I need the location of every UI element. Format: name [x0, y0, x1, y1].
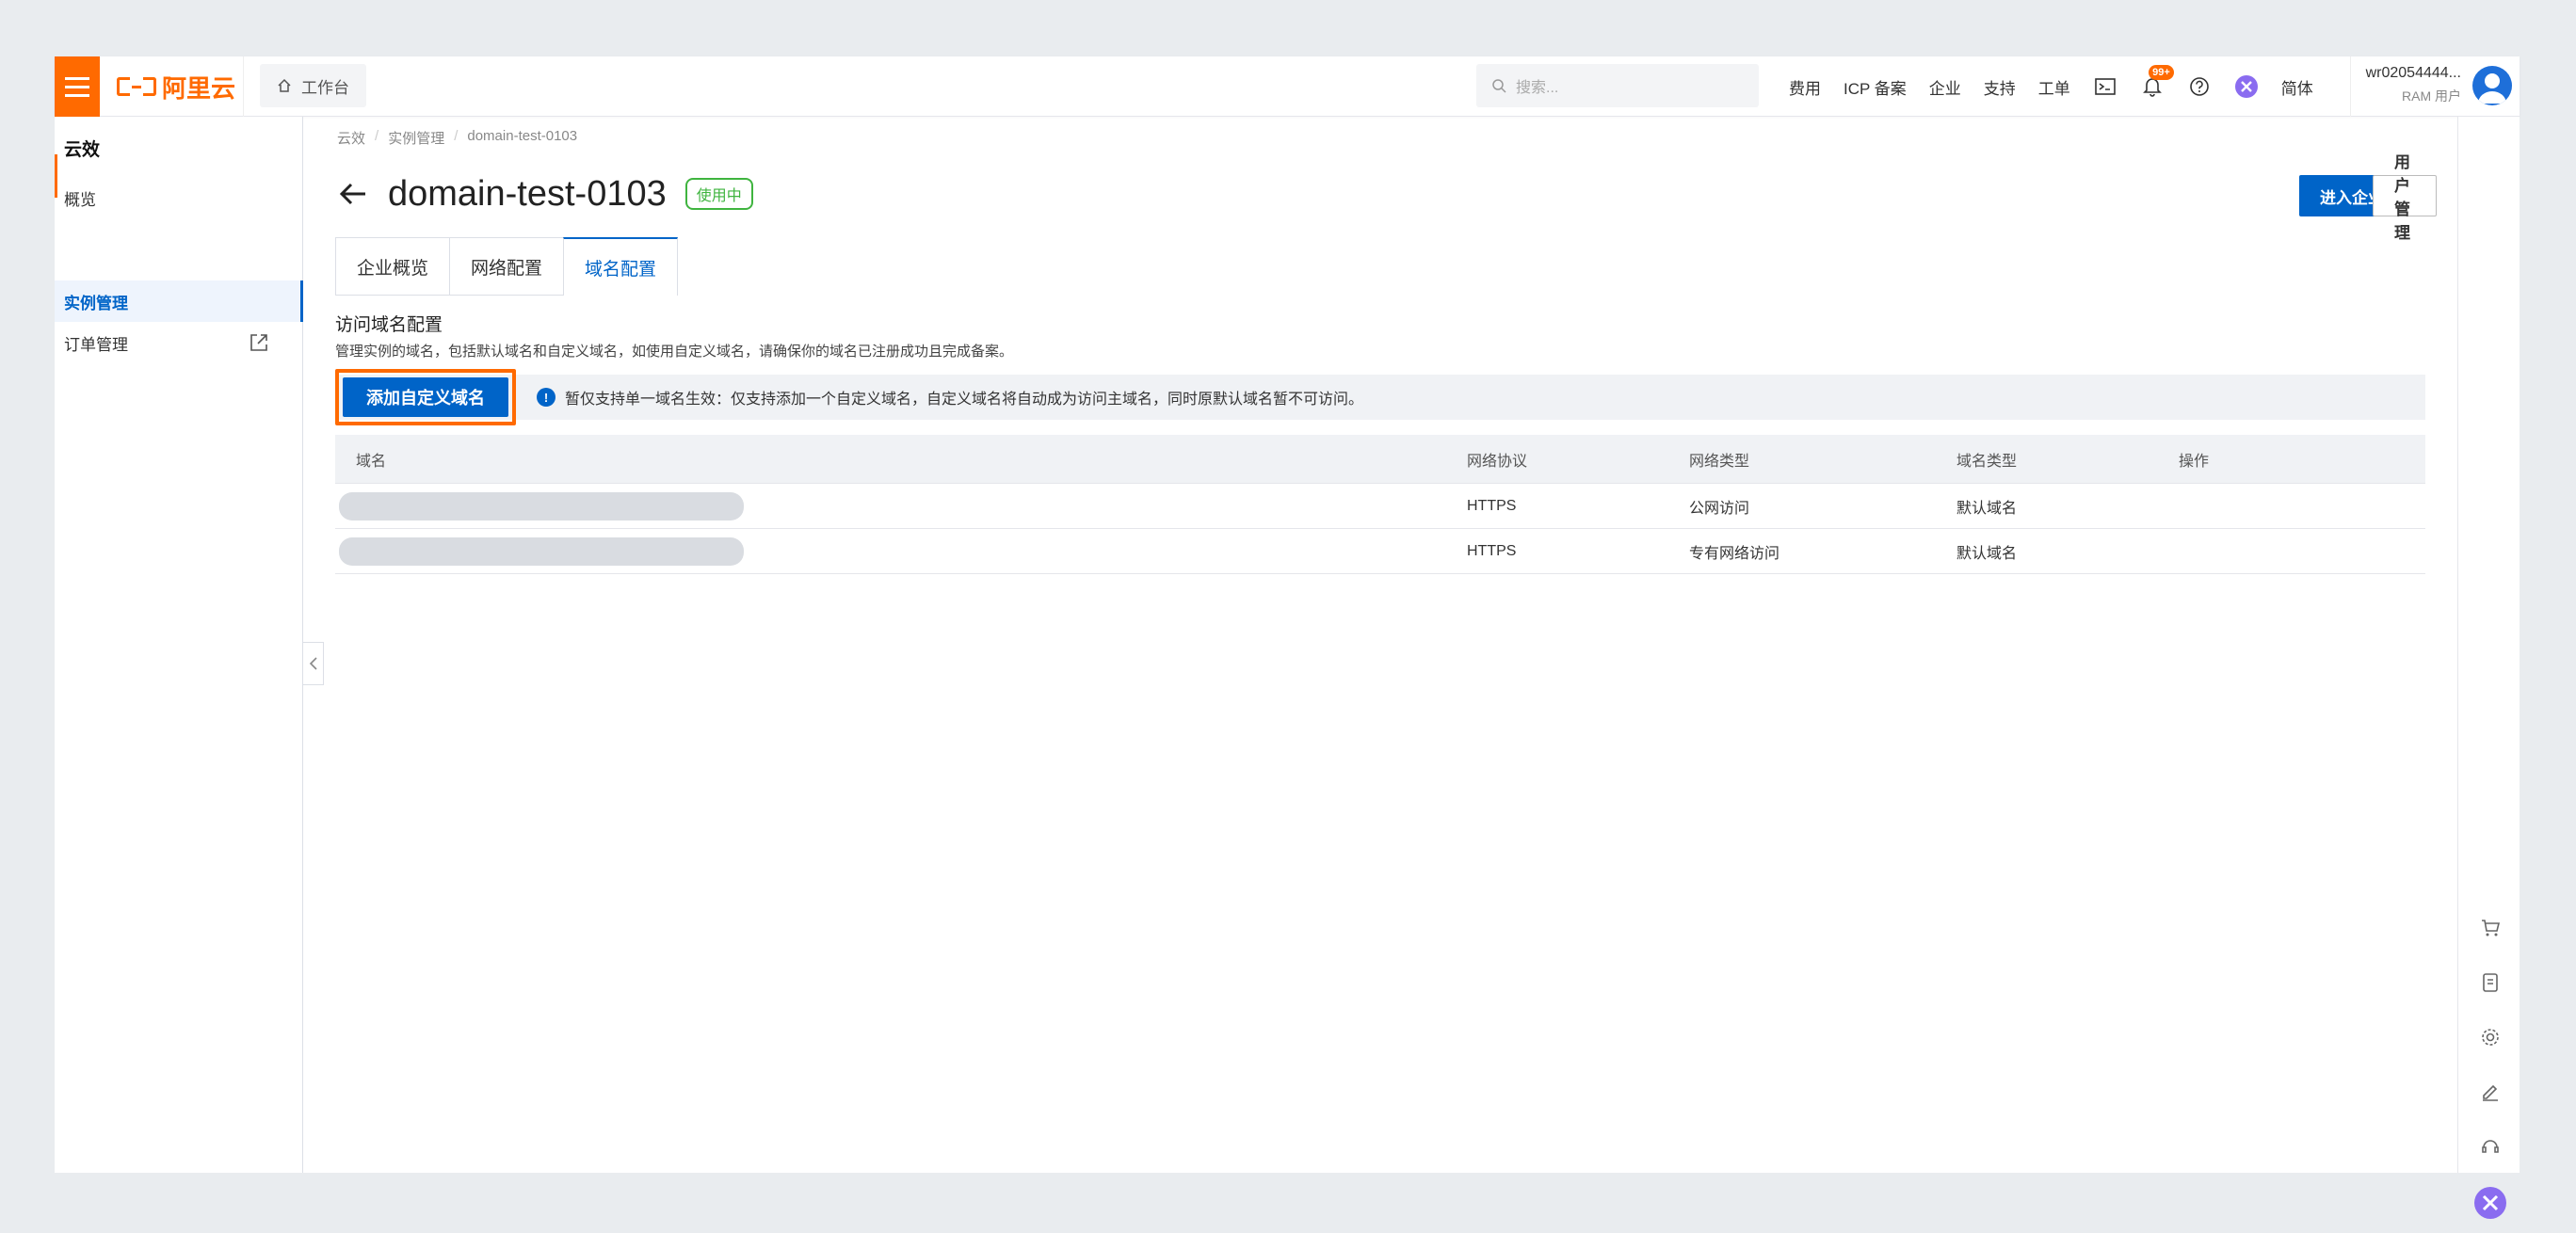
breadcrumb: 云效 / 实例管理 / domain-test-0103: [337, 128, 577, 148]
top-navigation-bar: 阿里云 工作台 搜索... 费用 ICP 备案 企业 支持 工单 99+ 简体 …: [55, 56, 2520, 117]
tab-domain-config[interactable]: 域名配置: [563, 237, 679, 296]
tab-network-config[interactable]: 网络配置: [449, 237, 564, 296]
breadcrumb-item: domain-test-0103: [467, 128, 578, 144]
external-link-icon: [250, 334, 267, 351]
workbench-label: 工作台: [301, 78, 349, 97]
nav-icp[interactable]: ICP 备案: [1843, 75, 1907, 99]
sidebar-item-label: 实例管理: [64, 294, 128, 312]
redacted-domain-bar: [339, 536, 744, 566]
section-title: 访问域名配置: [335, 315, 443, 335]
domain-cell-redacted: [335, 536, 1467, 566]
nav-enterprise[interactable]: 企业: [1929, 75, 1961, 99]
breadcrumb-separator: /: [375, 128, 379, 144]
column-header-domain: 域名: [356, 453, 387, 470]
tab-enterprise-overview[interactable]: 企业概览: [335, 237, 450, 296]
sidebar-item-instance-management[interactable]: 实例管理: [55, 280, 303, 322]
column-header-protocol: 网络协议: [1467, 453, 1528, 470]
user-name: wr02054444...: [2365, 65, 2461, 81]
domain-cell-redacted: [335, 491, 1467, 520]
action-bar: 添加自定义域名 ! 暂仅支持单一域名生效：仅支持添加一个自定义域名，自定义域名将…: [335, 369, 2425, 425]
avatar[interactable]: [2472, 66, 2512, 105]
notice-message: ! 暂仅支持单一域名生效：仅支持添加一个自定义域名，自定义域名将自动成为访问主域…: [537, 375, 1363, 420]
user-info[interactable]: wr02054444... RAM 用户: [2348, 62, 2461, 107]
breadcrumb-item[interactable]: 实例管理: [388, 128, 444, 148]
right-tool-rail: [2457, 117, 2520, 1219]
domain-type-cell: 默认域名: [1956, 500, 2018, 517]
sidebar: 云效 概览 实例管理 订单管理: [55, 117, 303, 1173]
column-header-domain-type: 域名类型: [1956, 453, 2018, 470]
breadcrumb-separator: /: [454, 128, 459, 144]
notification-bell-icon[interactable]: 99+: [2140, 65, 2174, 99]
back-arrow-icon[interactable]: [337, 178, 369, 210]
settings-gear-icon[interactable]: [2477, 1024, 2504, 1050]
protocol-cell: HTTPS: [1467, 497, 1517, 514]
table-header: 域名 网络协议 网络类型 域名类型 操作: [335, 435, 2425, 484]
protocol-cell: HTTPS: [1467, 542, 1517, 559]
notification-badge: 99+: [2149, 65, 2174, 80]
sidebar-item-order-management[interactable]: 订单管理: [55, 322, 303, 363]
sidebar-collapse-button[interactable]: [303, 642, 324, 685]
workbench-button[interactable]: 工作台: [260, 64, 366, 107]
terminal-icon[interactable]: [2093, 74, 2117, 99]
page-title: domain-test-0103: [388, 173, 667, 214]
language-switch[interactable]: 简体: [2281, 75, 2313, 99]
domain-table: 域名 网络协议 网络类型 域名类型 操作 HTTPS 公网访问 默认域名 HTT…: [335, 435, 2425, 574]
help-icon[interactable]: [2187, 74, 2212, 99]
customer-service-icon[interactable]: [2477, 1133, 2504, 1160]
sidebar-item-label: 概览: [64, 190, 96, 209]
column-header-network-type: 网络类型: [1689, 453, 1750, 470]
home-icon: [278, 78, 291, 92]
search-input[interactable]: 搜索...: [1476, 64, 1759, 107]
top-nav-links: 费用 ICP 备案 企业 支持 工单 99+ 简体: [1789, 56, 2313, 117]
redacted-domain-bar: [339, 491, 744, 520]
ai-assistant-icon[interactable]: [2234, 74, 2259, 99]
network-type-cell: 专有网络访问: [1689, 545, 1780, 562]
domain-type-cell: 默认域名: [1956, 545, 2018, 562]
user-role: RAM 用户: [2402, 88, 2461, 104]
table-row: HTTPS 专有网络访问 默认域名: [335, 529, 2425, 574]
sidebar-item-overview[interactable]: 概览: [55, 177, 303, 218]
column-header-actions: 操作: [2179, 453, 2210, 470]
hamburger-menu-icon[interactable]: [55, 56, 100, 117]
sidebar-item-label: 订单管理: [64, 335, 128, 354]
edit-pen-icon[interactable]: [2477, 1079, 2504, 1105]
info-icon: !: [537, 388, 555, 407]
search-placeholder: 搜索...: [1516, 80, 1559, 96]
logo-text: 阿里云: [162, 73, 236, 103]
chevron-left-icon: [309, 657, 317, 670]
aliyun-logo-mark-icon: [117, 77, 156, 96]
status-badge: 使用中: [684, 178, 753, 210]
console-frame: 阿里云 工作台 搜索... 费用 ICP 备案 企业 支持 工单 99+ 简体 …: [55, 56, 2520, 1219]
search-icon: [1492, 79, 1506, 93]
cart-icon[interactable]: [2477, 915, 2504, 941]
aliyun-logo[interactable]: 阿里云: [117, 70, 235, 104]
ai-assistant-icon[interactable]: [2473, 1186, 2507, 1220]
nav-ticket[interactable]: 工单: [2038, 75, 2070, 99]
nav-billing[interactable]: 费用: [1789, 75, 1821, 99]
document-icon[interactable]: [2477, 969, 2504, 996]
user-management-button[interactable]: 用户管理: [2373, 153, 2437, 242]
page-header: domain-test-0103 使用中: [337, 169, 753, 218]
add-custom-domain-button[interactable]: 添加自定义域名: [343, 377, 508, 417]
table-row: HTTPS 公网访问 默认域名: [335, 484, 2425, 529]
nav-support[interactable]: 支持: [1984, 75, 2016, 99]
breadcrumb-item[interactable]: 云效: [337, 128, 365, 148]
notice-text: 暂仅支持单一域名生效：仅支持添加一个自定义域名，自定义域名将自动成为访问主域名，…: [565, 392, 1364, 408]
section-description: 管理实例的域名，包括默认域名和自定义域名，如使用自定义域名，请确保你的域名已注册…: [335, 344, 1014, 360]
sidebar-title: 云效: [64, 140, 101, 160]
divider: [243, 56, 244, 117]
network-type-cell: 公网访问: [1689, 500, 1750, 517]
tab-bar: 企业概览 网络配置 域名配置: [335, 237, 679, 296]
